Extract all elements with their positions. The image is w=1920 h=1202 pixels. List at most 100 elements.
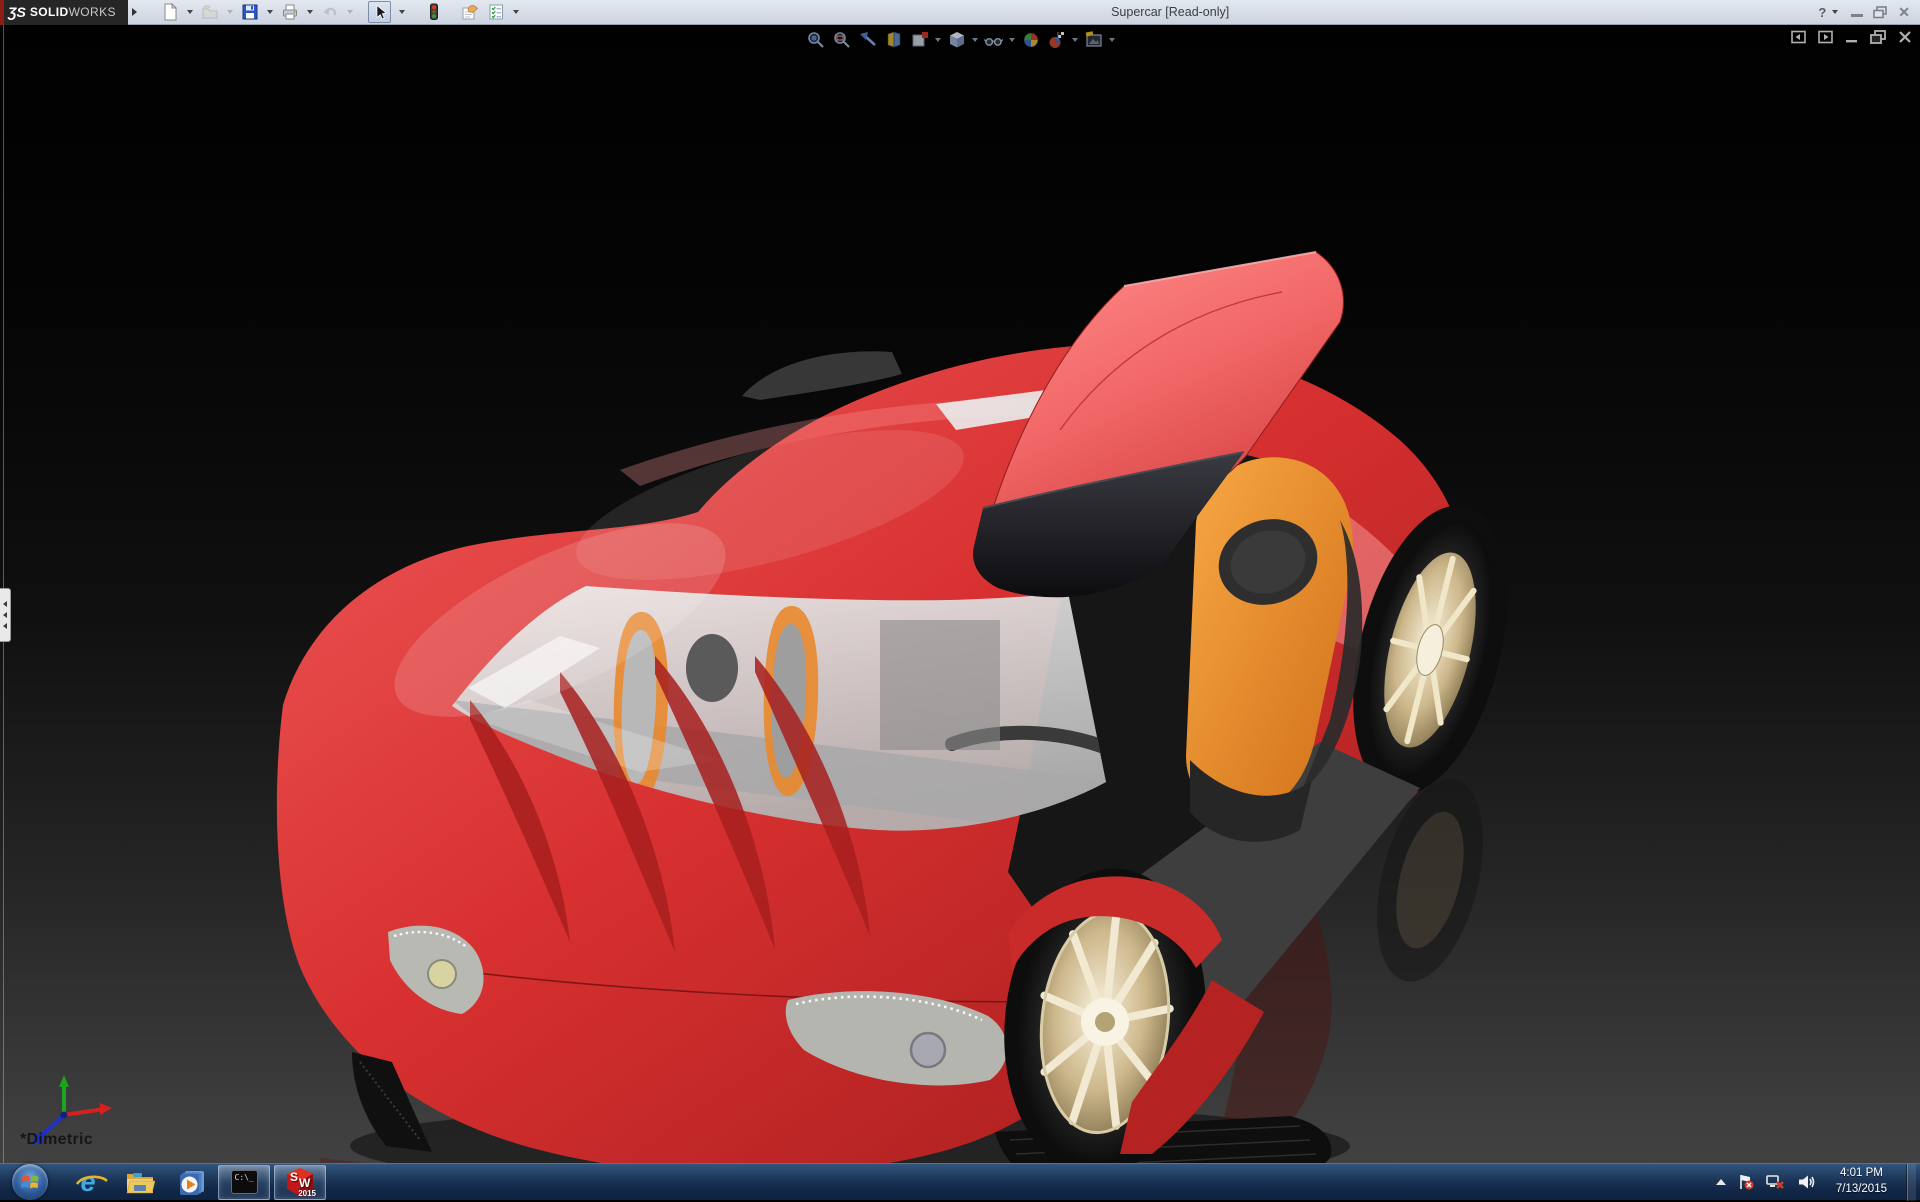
hide-show-items-button[interactable]	[983, 29, 1004, 50]
window-title: Supercar [Read-only]	[1111, 5, 1230, 19]
select-dropdown-button[interactable]	[393, 1, 411, 23]
design-checklist-button[interactable]	[484, 1, 508, 23]
traffic-light-button[interactable]	[423, 1, 445, 23]
zoom-to-fit-icon	[807, 31, 824, 48]
undo-dropdown[interactable]	[347, 10, 353, 14]
system-tray: 4:01 PM 7/13/2015	[1715, 1163, 1920, 1201]
sw-year: 2015	[298, 1189, 316, 1198]
window-controls: ? ✕	[1818, 4, 1920, 21]
view-settings-button[interactable]	[1020, 29, 1041, 50]
help-dropdown[interactable]	[1832, 10, 1839, 14]
undo-button[interactable]	[318, 1, 342, 23]
sw-letter-s: S	[290, 1170, 299, 1184]
view-orientation-dropdown[interactable]	[972, 37, 978, 42]
flyout-arrow-icon	[131, 8, 137, 16]
apply-scene-dropdown[interactable]	[1109, 37, 1115, 42]
view-orientation-cube-icon	[949, 31, 964, 47]
view-orientation-label: *Dimetric	[20, 1131, 93, 1148]
print-dropdown[interactable]	[307, 10, 313, 14]
new-document-icon	[164, 3, 178, 21]
apply-scene-button[interactable]	[1083, 29, 1104, 50]
restore-document-icon[interactable]	[1870, 30, 1886, 44]
taskbar-clock[interactable]: 4:01 PM 7/13/2015	[1828, 1166, 1895, 1197]
new-document-button[interactable]	[158, 1, 182, 23]
clock-time: 4:01 PM	[1840, 1167, 1883, 1180]
media-player-icon	[180, 1171, 204, 1195]
save-floppy-icon	[242, 4, 258, 20]
standard-toolbar	[158, 1, 522, 23]
taskbar-command-prompt[interactable]: C:\_	[218, 1164, 270, 1200]
taskbar-windows-explorer[interactable]	[114, 1165, 166, 1200]
new-dropdown[interactable]	[187, 10, 193, 14]
title-bar: ƷS SOLID WORKS Supercar [Read-only] ? ✕	[0, 0, 1920, 25]
section-view-button[interactable]	[883, 29, 904, 50]
edit-appearance-dropdown[interactable]	[1072, 37, 1078, 42]
cmd-text: C:\_	[234, 1173, 254, 1182]
select-dropdown	[399, 10, 405, 14]
start-button[interactable]	[12, 1164, 48, 1200]
edit-appearance-icon	[1049, 31, 1064, 48]
select-tool-button[interactable]	[368, 1, 391, 23]
show-hidden-icons-button[interactable]	[1715, 1179, 1726, 1185]
brand-solid: SOLID	[29, 5, 69, 19]
open-document-button[interactable]	[198, 1, 222, 23]
command-prompt-icon: C:\_	[230, 1170, 258, 1194]
eyeglasses-icon	[983, 37, 1004, 46]
zoom-to-area-button[interactable]	[831, 29, 852, 50]
pane-arrow-icon	[3, 612, 7, 618]
zoom-to-area-icon	[833, 31, 850, 48]
annotation-views-icon	[912, 31, 928, 46]
annotation-views-dropdown[interactable]	[935, 37, 941, 42]
print-button[interactable]	[278, 1, 302, 23]
show-desktop-button[interactable]	[1906, 1163, 1916, 1201]
save-dropdown[interactable]	[267, 10, 273, 14]
ie-ring	[76, 1175, 109, 1185]
traffic-light-icon	[430, 3, 438, 20]
hide-show-items-dropdown[interactable]	[1009, 37, 1015, 42]
view-settings-sphere-icon	[1023, 32, 1038, 47]
minimize-button[interactable]	[1851, 13, 1864, 17]
menu-flyout-button[interactable]	[128, 0, 140, 25]
solidworks-2015-icon: S W 2015	[286, 1167, 316, 1198]
solidworks-logo: ƷS SOLID WORKS	[0, 0, 128, 25]
edit-appearance-button[interactable]	[1046, 29, 1067, 50]
collapsed-pane-tab[interactable]	[0, 588, 11, 642]
previous-view-icon	[859, 31, 876, 46]
folder-icon	[126, 1173, 155, 1194]
graphics-viewport[interactable]: *Dimetric	[0, 25, 1920, 1163]
checklist-icon	[489, 4, 503, 20]
volume-icon[interactable]	[1797, 1173, 1817, 1191]
apply-scene-icon	[1085, 30, 1102, 47]
taskbar-internet-explorer[interactable]: e	[62, 1165, 114, 1200]
network-disconnected-icon[interactable]	[1766, 1173, 1786, 1191]
supercar-3d-model	[276, 251, 1507, 1163]
minimize-document-icon[interactable]	[1845, 30, 1858, 44]
action-center-icon[interactable]	[1737, 1173, 1755, 1191]
zoom-to-fit-button[interactable]	[805, 29, 826, 50]
previous-view-button[interactable]	[857, 29, 878, 50]
edit-markup-button[interactable]	[457, 1, 482, 23]
view-orientation-button[interactable]	[946, 29, 967, 50]
pane-arrow-icon	[3, 601, 7, 607]
help-button[interactable]: ?	[1818, 5, 1826, 20]
save-button[interactable]	[238, 1, 262, 23]
close-button[interactable]: ✕	[1898, 4, 1910, 21]
pane-arrow-icon	[3, 623, 7, 629]
solidworks-logo-mark: ƷS	[8, 4, 26, 20]
print-icon	[283, 4, 297, 20]
sw-letter-w: W	[299, 1176, 311, 1190]
taskbar-solidworks[interactable]: S W 2015	[274, 1164, 326, 1200]
restore-button[interactable]	[1873, 5, 1888, 19]
dock-right-icon[interactable]	[1818, 30, 1833, 44]
document-window-controls	[1791, 30, 1912, 44]
annotation-views-button[interactable]	[909, 29, 930, 50]
dock-left-icon[interactable]	[1791, 30, 1806, 44]
internet-explorer-icon: e	[76, 1168, 109, 1196]
open-dropdown[interactable]	[227, 10, 233, 14]
edit-hand-icon	[462, 5, 479, 20]
logo-red-strip	[0, 0, 4, 25]
close-document-icon[interactable]	[1898, 30, 1912, 44]
checklist-dropdown[interactable]	[513, 10, 519, 14]
taskbar-media-player[interactable]	[166, 1165, 218, 1200]
windows-logo-icon	[21, 1175, 39, 1189]
